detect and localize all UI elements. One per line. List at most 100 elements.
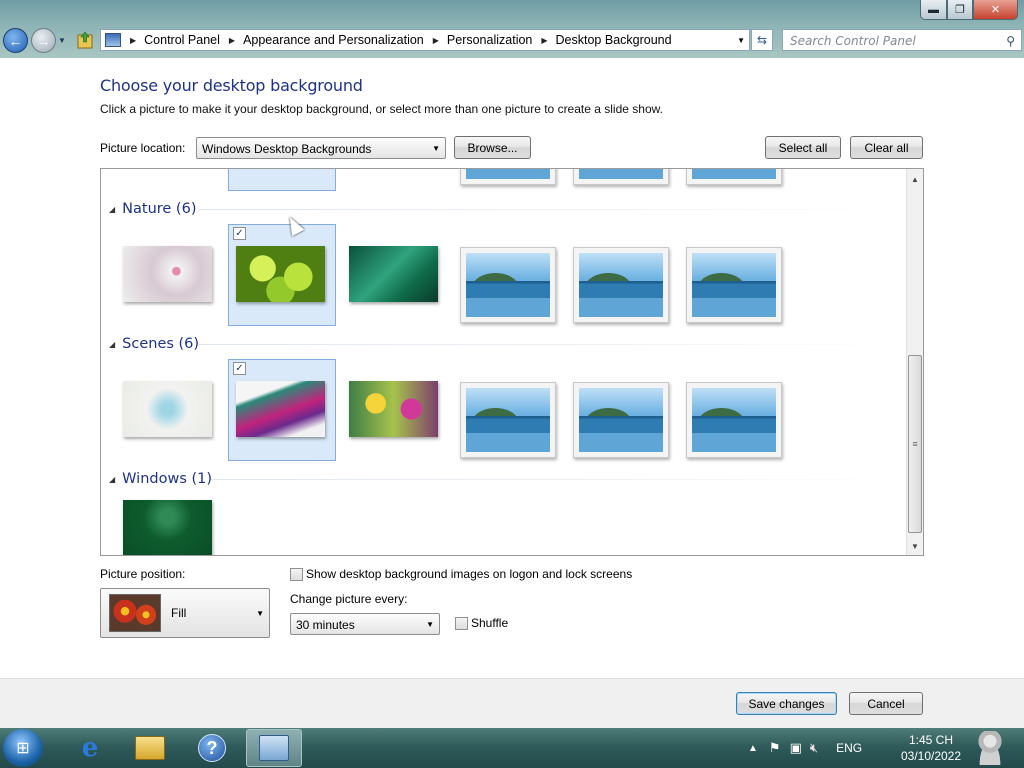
search-icon[interactable]: ⚲ — [1006, 34, 1015, 48]
breadcrumb: ▶ Control Panel ▶ Appearance and Persona… — [121, 33, 672, 47]
wallpaper-tile[interactable] — [573, 382, 669, 458]
cancel-button[interactable]: Cancel — [849, 692, 923, 715]
group-header-nature[interactable]: ◢ Nature (6) — [109, 201, 196, 217]
forward-button[interactable]: → — [31, 28, 56, 53]
picture-location-select[interactable]: Windows Desktop Backgrounds ▼ — [196, 137, 446, 159]
notification-area: ▲ ⚑ ▣ 🔇︎ ENG — [748, 728, 862, 768]
wallpaper-tile[interactable] — [686, 169, 782, 185]
refresh-icon: ⇆ — [756, 33, 768, 47]
wallpaper-tile[interactable] — [460, 247, 556, 323]
wallpaper-tile[interactable] — [228, 169, 336, 191]
chevron-right-icon[interactable]: ▶ — [433, 36, 439, 45]
shuffle-label[interactable]: Shuffle — [471, 616, 508, 630]
refresh-button[interactable]: ⇆ — [751, 29, 773, 51]
show-hidden-icons-icon[interactable]: ▲ — [748, 743, 758, 754]
wallpaper-tile[interactable] — [573, 247, 669, 323]
picture-location-label: Picture location: — [100, 141, 186, 155]
action-center-flag-icon[interactable]: ⚑ — [769, 740, 781, 756]
start-button[interactable]: ⊞ — [3, 729, 43, 767]
recent-pages-dropdown[interactable]: ▼ — [58, 36, 66, 45]
logon-background-label[interactable]: Show desktop background images on logon … — [306, 567, 632, 581]
maximize-button[interactable]: ❐ — [947, 0, 973, 20]
change-picture-label: Change picture every: — [290, 592, 408, 606]
input-language-indicator[interactable]: ENG — [836, 741, 862, 755]
picture-position-label: Picture position: — [100, 567, 186, 581]
wallpaper-tile[interactable] — [573, 169, 669, 185]
internet-explorer-icon: e — [81, 733, 99, 763]
logon-background-checkbox[interactable] — [290, 568, 303, 581]
save-changes-button[interactable]: Save changes — [736, 692, 837, 715]
group-label: Windows (1) — [122, 471, 213, 487]
breadcrumb-control-panel[interactable]: Control Panel — [144, 33, 220, 47]
taskbar: ⊞ e ? ▲ ⚑ ▣ 🔇︎ ENG 1:45 CH 03/10/2022 — [0, 728, 1024, 768]
windows-logo-icon: ⊞ — [16, 740, 30, 757]
wallpaper-tile-selected[interactable]: ✓ — [228, 224, 336, 326]
group-label: Scenes (6) — [122, 336, 200, 352]
taskbar-windows-explorer[interactable] — [122, 729, 178, 767]
select-all-button[interactable]: Select all — [765, 136, 841, 159]
clear-all-button[interactable]: Clear all — [850, 136, 923, 159]
volume-muted-icon[interactable]: 🔇︎ — [810, 740, 818, 756]
taskbar-internet-explorer[interactable]: e — [62, 729, 118, 767]
picture-location-value: Windows Desktop Backgrounds — [202, 142, 372, 156]
group-header-windows[interactable]: ◢ Windows (1) — [109, 471, 212, 487]
user-avatar[interactable] — [974, 731, 1006, 765]
wallpaper-thumbnail — [236, 381, 325, 437]
collapse-triangle-icon[interactable]: ◢ — [109, 205, 115, 214]
wallpaper-tile[interactable] — [349, 381, 438, 437]
wallpaper-tile[interactable] — [686, 382, 782, 458]
wallpaper-tile[interactable] — [349, 246, 438, 302]
wallpaper-tile[interactable] — [123, 500, 212, 555]
chevron-right-icon[interactable]: ▶ — [130, 36, 136, 45]
group-header-scenes[interactable]: ◢ Scenes (6) — [109, 336, 199, 352]
up-folder-icon[interactable] — [77, 31, 93, 49]
chevron-down-icon[interactable]: ▼ — [737, 36, 745, 45]
breadcrumb-personalization[interactable]: Personalization — [447, 33, 532, 47]
browse-button[interactable]: Browse... — [454, 136, 531, 159]
wallpaper-tile[interactable] — [686, 247, 782, 323]
picture-position-select[interactable]: Fill ▼ — [100, 588, 270, 638]
wallpaper-thumbnail — [236, 246, 325, 302]
scroll-up-icon[interactable]: ▲ — [907, 171, 923, 187]
taskbar-help[interactable]: ? — [184, 729, 240, 767]
wallpaper-tile[interactable] — [123, 381, 212, 437]
control-panel-icon — [105, 33, 121, 47]
chevron-down-icon: ▼ — [256, 609, 264, 618]
collapse-triangle-icon[interactable]: ◢ — [109, 340, 115, 349]
wallpaper-tile[interactable] — [123, 246, 212, 302]
wallpaper-tile[interactable] — [460, 169, 556, 185]
collapse-triangle-icon[interactable]: ◢ — [109, 475, 115, 484]
picture-position-preview-icon — [109, 594, 161, 632]
arrow-right-icon: → — [36, 32, 51, 49]
search-input[interactable]: Search Control Panel ⚲ — [782, 29, 1022, 51]
shuffle-checkbox[interactable] — [455, 617, 468, 630]
window-caption-buttons: ▬ ❐ ✕ — [920, 0, 1018, 20]
wallpaper-tile-selected[interactable]: ✓ — [228, 359, 336, 461]
tile-checkbox[interactable]: ✓ — [233, 227, 246, 240]
search-placeholder: Search Control Panel — [790, 34, 916, 48]
scroll-down-icon[interactable]: ▼ — [907, 538, 923, 554]
network-icon[interactable]: ▣ — [790, 740, 802, 756]
back-button[interactable]: ← — [3, 28, 28, 53]
change-interval-value: 30 minutes — [296, 618, 355, 632]
group-divider — [199, 344, 899, 345]
page-title: Choose your desktop background — [100, 76, 363, 95]
minimize-button[interactable]: ▬ — [920, 0, 947, 20]
chevron-right-icon[interactable]: ▶ — [229, 36, 235, 45]
scroll-thumb[interactable]: ≡ — [908, 355, 922, 533]
breadcrumb-desktop-background[interactable]: Desktop Background — [556, 33, 672, 47]
address-bar[interactable]: ▶ Control Panel ▶ Appearance and Persona… — [100, 29, 750, 51]
wallpaper-gallery[interactable]: ◢ Nature (6) ✓ ◢ Scenes (6) ✓ ◢ Windows … — [100, 168, 924, 556]
breadcrumb-appearance[interactable]: Appearance and Personalization — [243, 33, 424, 47]
change-interval-select[interactable]: 30 minutes ▼ — [290, 613, 440, 635]
taskbar-control-panel[interactable] — [246, 729, 302, 767]
chevron-down-icon: ▼ — [432, 144, 440, 153]
wallpaper-tile[interactable] — [460, 382, 556, 458]
close-button[interactable]: ✕ — [973, 0, 1018, 20]
tile-checkbox[interactable]: ✓ — [233, 362, 246, 375]
gallery-scrollbar[interactable]: ▲ ≡ ▼ — [906, 169, 923, 555]
picture-position-value: Fill — [171, 606, 187, 620]
dialog-footer: Save changes Cancel — [0, 678, 1024, 728]
chevron-right-icon[interactable]: ▶ — [541, 36, 547, 45]
system-clock[interactable]: 1:45 CH 03/10/2022 — [896, 732, 966, 764]
